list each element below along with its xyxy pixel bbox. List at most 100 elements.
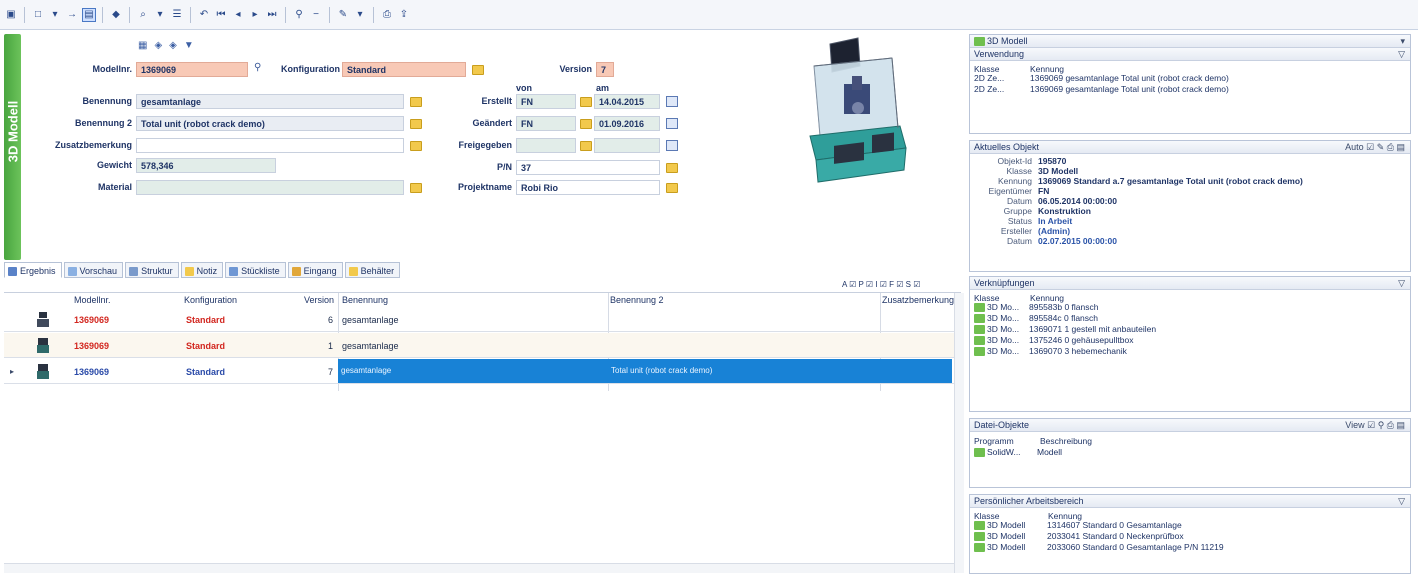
- link-icon[interactable]: ⚲: [292, 8, 306, 22]
- tag2-icon[interactable]: ◈: [169, 40, 177, 51]
- column-header[interactable]: Konfiguration: [184, 295, 237, 305]
- filter-icon[interactable]: ▼: [184, 40, 194, 51]
- freigegeben-am-field[interactable]: [594, 138, 660, 153]
- geaendert-am-field[interactable]: 01.09.2016: [594, 116, 660, 131]
- folder-icon[interactable]: [410, 97, 422, 107]
- column-header[interactable]: Benennung: [342, 295, 388, 305]
- folder-icon[interactable]: [472, 65, 484, 75]
- print-icon[interactable]: ⎙: [380, 8, 394, 22]
- cell-benennung2[interactable]: Total unit (robot crack demo): [608, 359, 952, 383]
- column-header[interactable]: Zusatzbemerkung: [882, 295, 954, 305]
- search-icon[interactable]: ⚲: [254, 62, 261, 73]
- tab-ergebnis[interactable]: Ergebnis: [4, 262, 62, 278]
- tab-stueckliste[interactable]: Stückliste: [225, 262, 286, 278]
- cell-benennung[interactable]: gesamtanlage: [338, 359, 608, 383]
- tab-behaelter[interactable]: Behälter: [344, 262, 401, 278]
- folder-icon[interactable]: [666, 163, 678, 173]
- dropdown-icon[interactable]: ▾: [48, 8, 62, 22]
- gewicht-field[interactable]: 578,346: [136, 158, 276, 173]
- list-item[interactable]: 2D Ze... 1369069 gesamtanlage Total unit …: [970, 72, 1410, 83]
- freigegeben-von-field[interactable]: [516, 138, 576, 153]
- folder-icon[interactable]: [580, 141, 592, 151]
- benennung-field[interactable]: gesamtanlage: [136, 94, 404, 109]
- panel-tools[interactable]: Auto ☑ ✎ ⎙ ▤: [1345, 142, 1405, 153]
- list-item[interactable]: 3D Mo... 1375246 0 gehäusepulltbox: [970, 334, 1410, 346]
- tag-icon[interactable]: ◈: [154, 40, 162, 51]
- back-icon[interactable]: ↶: [197, 8, 211, 22]
- grid-icon[interactable]: ▦: [138, 40, 147, 51]
- list-header: Klasse Kennung: [970, 508, 1410, 521]
- tab-notiz[interactable]: Notiz: [180, 262, 224, 278]
- table-row[interactable]: 1369069 Standard 1 gesamtanlage: [4, 333, 954, 358]
- last-icon[interactable]: ⏭: [265, 8, 279, 22]
- tab-label: Behälter: [360, 266, 395, 276]
- projektname-field[interactable]: Robi Rio: [516, 180, 660, 195]
- filter-icon[interactable]: ▽: [1398, 496, 1405, 507]
- horizontal-scrollbar[interactable]: [4, 563, 954, 573]
- modellnr-field[interactable]: 1369069: [136, 62, 248, 77]
- search-icon[interactable]: ⌕: [136, 8, 150, 22]
- calendar-icon[interactable]: [666, 118, 678, 129]
- konfiguration-field[interactable]: Standard: [342, 62, 466, 77]
- folder-icon[interactable]: [410, 183, 422, 193]
- folder-icon[interactable]: [580, 119, 592, 129]
- list-icon[interactable]: ☰: [170, 8, 184, 22]
- filter-icon[interactable]: ▽: [1398, 49, 1405, 60]
- folder-icon[interactable]: [580, 97, 592, 107]
- vertical-scrollbar[interactable]: [954, 293, 964, 573]
- list-item[interactable]: 3D Modell 2033060 Standard 0 Gesamtanlage…: [970, 541, 1410, 553]
- panel-header: Verknüpfungen ▽: [970, 277, 1410, 290]
- property-value: 06.05.2014 00:00:00: [1038, 196, 1117, 206]
- version-field[interactable]: 7: [596, 62, 614, 77]
- column-header[interactable]: Benennung 2: [610, 295, 664, 305]
- arrow-right-icon[interactable]: →: [65, 8, 79, 22]
- next-icon[interactable]: ▸: [248, 8, 262, 22]
- tab-eingang[interactable]: Eingang: [287, 262, 343, 278]
- minus-icon[interactable]: −: [309, 8, 323, 22]
- list-item[interactable]: 3D Mo... 1369071 1 gestell mit anbauteile…: [970, 323, 1410, 335]
- edit-icon[interactable]: ✎: [336, 8, 350, 22]
- calendar-icon[interactable]: [666, 140, 678, 151]
- filter-icon[interactable]: ▽: [1398, 278, 1405, 289]
- list-item[interactable]: 3D Modell 1314607 Standard 0 Gesamtanlage: [970, 519, 1410, 531]
- result-filters[interactable]: A ☑ P ☑ I ☑ F ☑ S ☑: [842, 280, 920, 289]
- erstellt-von-field[interactable]: FN: [516, 94, 576, 109]
- export-icon[interactable]: ⇪: [397, 8, 411, 22]
- view-toggle[interactable]: View ☑: [1345, 420, 1375, 430]
- material-field[interactable]: [136, 180, 404, 195]
- cube-icon[interactable]: ◆: [109, 8, 123, 22]
- list-item[interactable]: 3D Mo... 895584c 0 flansch: [970, 312, 1410, 324]
- panel-tools[interactable]: View ☑ ⚲ ⎙ ▤: [1345, 420, 1405, 431]
- table-row[interactable]: 1369069 Standard 6 gesamtanlage: [4, 307, 954, 332]
- table-row-selected[interactable]: ▸ 1369069 Standard 7 gesamtanlage Total …: [4, 359, 954, 384]
- column-header[interactable]: Modellnr.: [74, 295, 111, 305]
- object-type-selector[interactable]: 3D Modell ▾: [970, 35, 1410, 48]
- calendar-icon[interactable]: [666, 96, 678, 107]
- chevron-down-icon[interactable]: ▾: [1400, 36, 1405, 47]
- list-item[interactable]: 3D Mo... 895583b 0 flansch: [970, 301, 1410, 313]
- folder-icon[interactable]: [410, 141, 422, 151]
- folder-icon[interactable]: [410, 119, 422, 129]
- list-item[interactable]: 3D Modell 2033041 Standard 0 Neckenprüfbo…: [970, 530, 1410, 542]
- prev-icon[interactable]: ◂: [231, 8, 245, 22]
- list-item[interactable]: SolidW... Modell: [970, 443, 1410, 458]
- column-header[interactable]: Version: [304, 295, 334, 305]
- zusatz-field[interactable]: [136, 138, 404, 153]
- list-item[interactable]: 3D Mo... 1369070 3 hebemechanik: [970, 345, 1410, 357]
- tab-struktur[interactable]: Struktur: [125, 262, 179, 278]
- geaendert-von-field[interactable]: FN: [516, 116, 576, 131]
- first-icon[interactable]: ⏮: [214, 8, 228, 22]
- pn-field[interactable]: 37: [516, 160, 660, 175]
- save-icon[interactable]: ▣: [4, 8, 18, 22]
- dropdown-icon[interactable]: ▾: [353, 8, 367, 22]
- folder-icon[interactable]: [666, 183, 678, 193]
- benennung2-field[interactable]: Total unit (robot crack demo): [136, 116, 404, 131]
- view-icon[interactable]: ▤: [82, 7, 96, 22]
- list-item[interactable]: 2D Ze... 1369069 gesamtanlage Total unit …: [970, 83, 1410, 94]
- cell-version: 1: [328, 341, 334, 351]
- dropdown-icon[interactable]: ▾: [153, 8, 167, 22]
- erstellt-am-field[interactable]: 14.04.2015: [594, 94, 660, 109]
- auto-toggle[interactable]: Auto ☑: [1345, 142, 1374, 152]
- new-icon[interactable]: □: [31, 8, 45, 22]
- tab-vorschau[interactable]: Vorschau: [63, 262, 124, 278]
